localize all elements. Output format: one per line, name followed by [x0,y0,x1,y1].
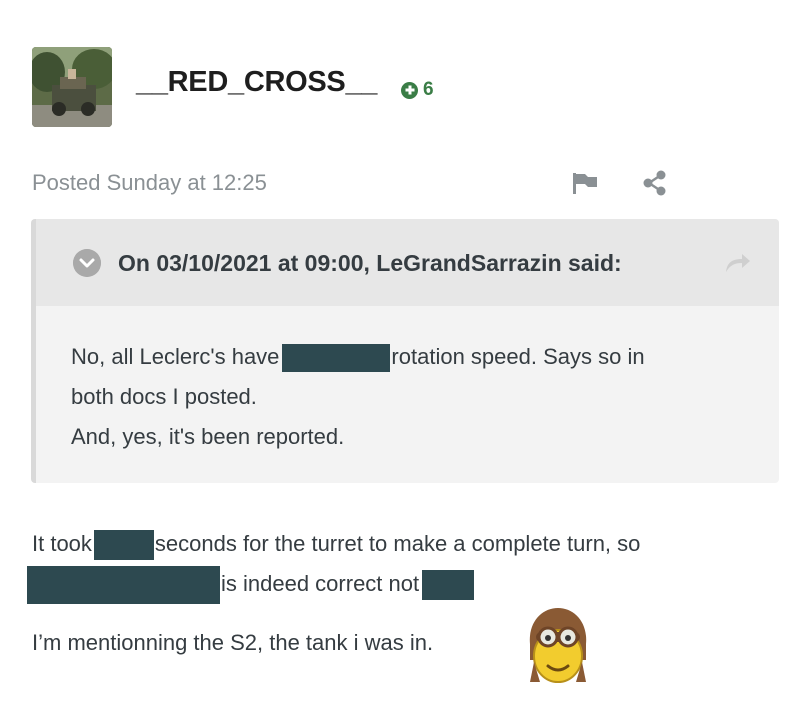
post-text: It took [32,530,92,556]
post-paragraph-2: is indeed correct not [27,566,475,604]
share-icon[interactable] [641,170,669,196]
aviator-emoji-icon [529,608,587,683]
avatar-image [32,47,112,127]
author-avatar[interactable] [32,47,112,127]
post-text: is indeed correct not [221,570,420,596]
quote-citation: On 03/10/2021 at 09:00, LeGrandSarrazin … [118,250,622,276]
redacted-value [27,566,220,604]
post-timestamp[interactable]: Posted Sunday at 12:25 [32,170,267,196]
plus-circle-icon [401,81,418,99]
post-paragraph-3: I’m mentionning the S2, the tank i was i… [32,630,434,655]
redacted-value [93,530,154,560]
jump-to-post-arrow-icon[interactable] [723,250,753,276]
quote-line-3: And, yes, it's been reported. [71,424,345,449]
quote-text: No, all Leclerc's have [71,344,280,369]
author-username[interactable]: __RED_CROSS__ [136,66,377,99]
post-paragraph-1: It took seconds for the turret to make a … [32,530,640,560]
reputation-badge[interactable]: 6 [401,79,434,101]
redacted-value [422,570,475,600]
quote-line-2: both docs I posted. [71,384,257,409]
quote-line-1: No, all Leclerc's have rotation speed. Sa… [71,337,645,377]
quote-content: No, all Leclerc's have rotation speed. Sa… [71,337,645,457]
report-flag-icon[interactable] [571,171,599,195]
chevron-down-icon[interactable] [73,249,101,277]
quote-block: On 03/10/2021 at 09:00, LeGrandSarrazin … [31,219,779,483]
post-text: seconds for the turret to make a complet… [154,530,641,556]
quote-header[interactable]: On 03/10/2021 at 09:00, LeGrandSarrazin … [36,219,779,306]
quote-text: rotation speed. Says so in [391,344,645,369]
reputation-count: 6 [423,79,434,100]
redacted-value [282,344,391,373]
